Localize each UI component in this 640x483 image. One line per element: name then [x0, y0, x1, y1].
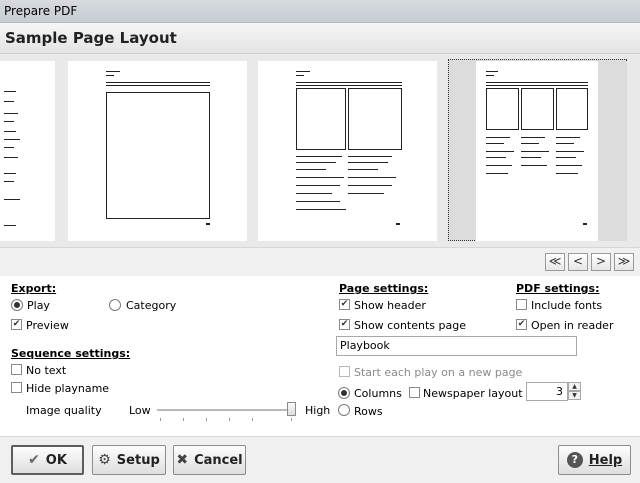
- diagram-box: [486, 88, 519, 130]
- show-contents-checkbox[interactable]: ✔: [339, 319, 350, 330]
- ok-button[interactable]: ✔ OK: [11, 445, 84, 475]
- page-settings-heading: Page settings:: [339, 282, 429, 295]
- start-each-play-checkbox[interactable]: [339, 366, 350, 377]
- header-band: Sample Page Layout: [0, 23, 640, 54]
- no-text-label[interactable]: No text: [26, 364, 66, 377]
- next-page-button[interactable]: >: [591, 253, 611, 271]
- diagram-box: [296, 88, 346, 150]
- layout-preview-strip: [0, 54, 640, 247]
- rows-radio[interactable]: [338, 404, 350, 416]
- include-fonts-label[interactable]: Include fonts: [531, 299, 602, 312]
- no-text-checkbox[interactable]: [11, 364, 22, 375]
- help-icon: ?: [566, 452, 583, 468]
- columns-label[interactable]: Columns: [354, 387, 402, 400]
- diagram-box: [348, 88, 402, 150]
- selected-frame-fill: [598, 61, 627, 241]
- spin-down-icon[interactable]: ▼: [568, 391, 581, 400]
- include-fonts-checkbox[interactable]: [516, 299, 527, 310]
- settings-panel: Export: Play Category ✔ Preview Sequence…: [0, 276, 640, 436]
- start-each-play-label[interactable]: Start each play on a new page: [354, 366, 522, 379]
- preview-checkbox[interactable]: ✔: [11, 319, 22, 330]
- dialog-button-bar: ✔ OK ⚙ Setup ✖ Cancel ? Help: [0, 436, 640, 483]
- cancel-button[interactable]: ✖ Cancel: [173, 445, 246, 475]
- pdf-settings-heading: PDF settings:: [516, 282, 600, 295]
- image-quality-slider-thumb[interactable]: [287, 402, 296, 416]
- slider-tick: [206, 418, 207, 421]
- export-play-label[interactable]: Play: [27, 299, 50, 312]
- slider-tick: [291, 418, 292, 421]
- help-button[interactable]: ? Help: [558, 445, 631, 475]
- columns-radio[interactable]: [338, 387, 350, 399]
- newspaper-layout-checkbox[interactable]: [409, 387, 420, 398]
- cancel-button-label: Cancel: [194, 452, 243, 468]
- spin-up-icon[interactable]: ▲: [568, 382, 581, 391]
- export-category-radio[interactable]: [109, 299, 121, 311]
- sequence-settings-heading: Sequence settings:: [11, 347, 131, 360]
- last-page-button[interactable]: ≫: [614, 253, 634, 271]
- diagram-box: [521, 88, 554, 130]
- preview-label[interactable]: Preview: [26, 319, 69, 332]
- setup-button[interactable]: ⚙ Setup: [92, 445, 166, 475]
- layout-preview-partial[interactable]: [0, 61, 55, 241]
- setup-button-label: Setup: [116, 452, 160, 468]
- layout-preview-two-column[interactable]: [258, 61, 437, 241]
- prepare-pdf-window: Prepare PDF Sample Page Layout ≪ < > ≫ E…: [0, 0, 640, 483]
- diagram-box: [106, 92, 210, 219]
- layout-preview-single[interactable]: [68, 61, 247, 241]
- image-quality-high-label: High: [305, 404, 331, 417]
- layout-preview-three-column[interactable]: [476, 61, 598, 241]
- column-count-spinner: ▲ ▼: [568, 382, 581, 401]
- help-button-label: Help: [588, 452, 623, 468]
- previous-page-button[interactable]: <: [568, 253, 588, 271]
- show-contents-label[interactable]: Show contents page: [354, 319, 466, 332]
- close-icon: ✖: [176, 452, 189, 468]
- first-page-button[interactable]: ≪: [545, 253, 565, 271]
- setup-icon: ⚙: [98, 452, 111, 468]
- title-bar: Prepare PDF: [0, 0, 640, 23]
- diagram-box: [556, 88, 588, 130]
- hide-playname-label[interactable]: Hide playname: [26, 382, 109, 395]
- open-in-reader-label[interactable]: Open in reader: [531, 319, 613, 332]
- image-quality-slider-track[interactable]: [157, 409, 295, 411]
- window-title: Prepare PDF: [4, 4, 78, 18]
- show-header-checkbox[interactable]: ✔: [339, 299, 350, 310]
- export-play-radio[interactable]: [11, 299, 23, 311]
- open-in-reader-checkbox[interactable]: ✔: [516, 319, 527, 330]
- image-quality-label: Image quality: [26, 404, 102, 417]
- checkmark-icon: ✔: [28, 452, 40, 468]
- column-count-input[interactable]: 3: [526, 382, 568, 401]
- newspaper-layout-label[interactable]: Newspaper layout: [423, 387, 523, 400]
- image-quality-low-label: Low: [129, 404, 151, 417]
- slider-tick: [160, 418, 161, 421]
- show-header-label[interactable]: Show header: [354, 299, 426, 312]
- rows-label[interactable]: Rows: [354, 405, 383, 418]
- export-category-label[interactable]: Category: [126, 299, 176, 312]
- page-title: Sample Page Layout: [5, 29, 177, 47]
- hide-playname-checkbox[interactable]: [11, 382, 22, 393]
- export-heading: Export:: [11, 282, 57, 295]
- slider-tick: [252, 418, 253, 421]
- ok-button-label: OK: [45, 452, 67, 468]
- document-title-input[interactable]: Playbook: [336, 336, 577, 356]
- preview-navigation: ≪ < > ≫: [0, 247, 640, 277]
- slider-tick: [183, 418, 184, 421]
- slider-tick: [229, 418, 230, 421]
